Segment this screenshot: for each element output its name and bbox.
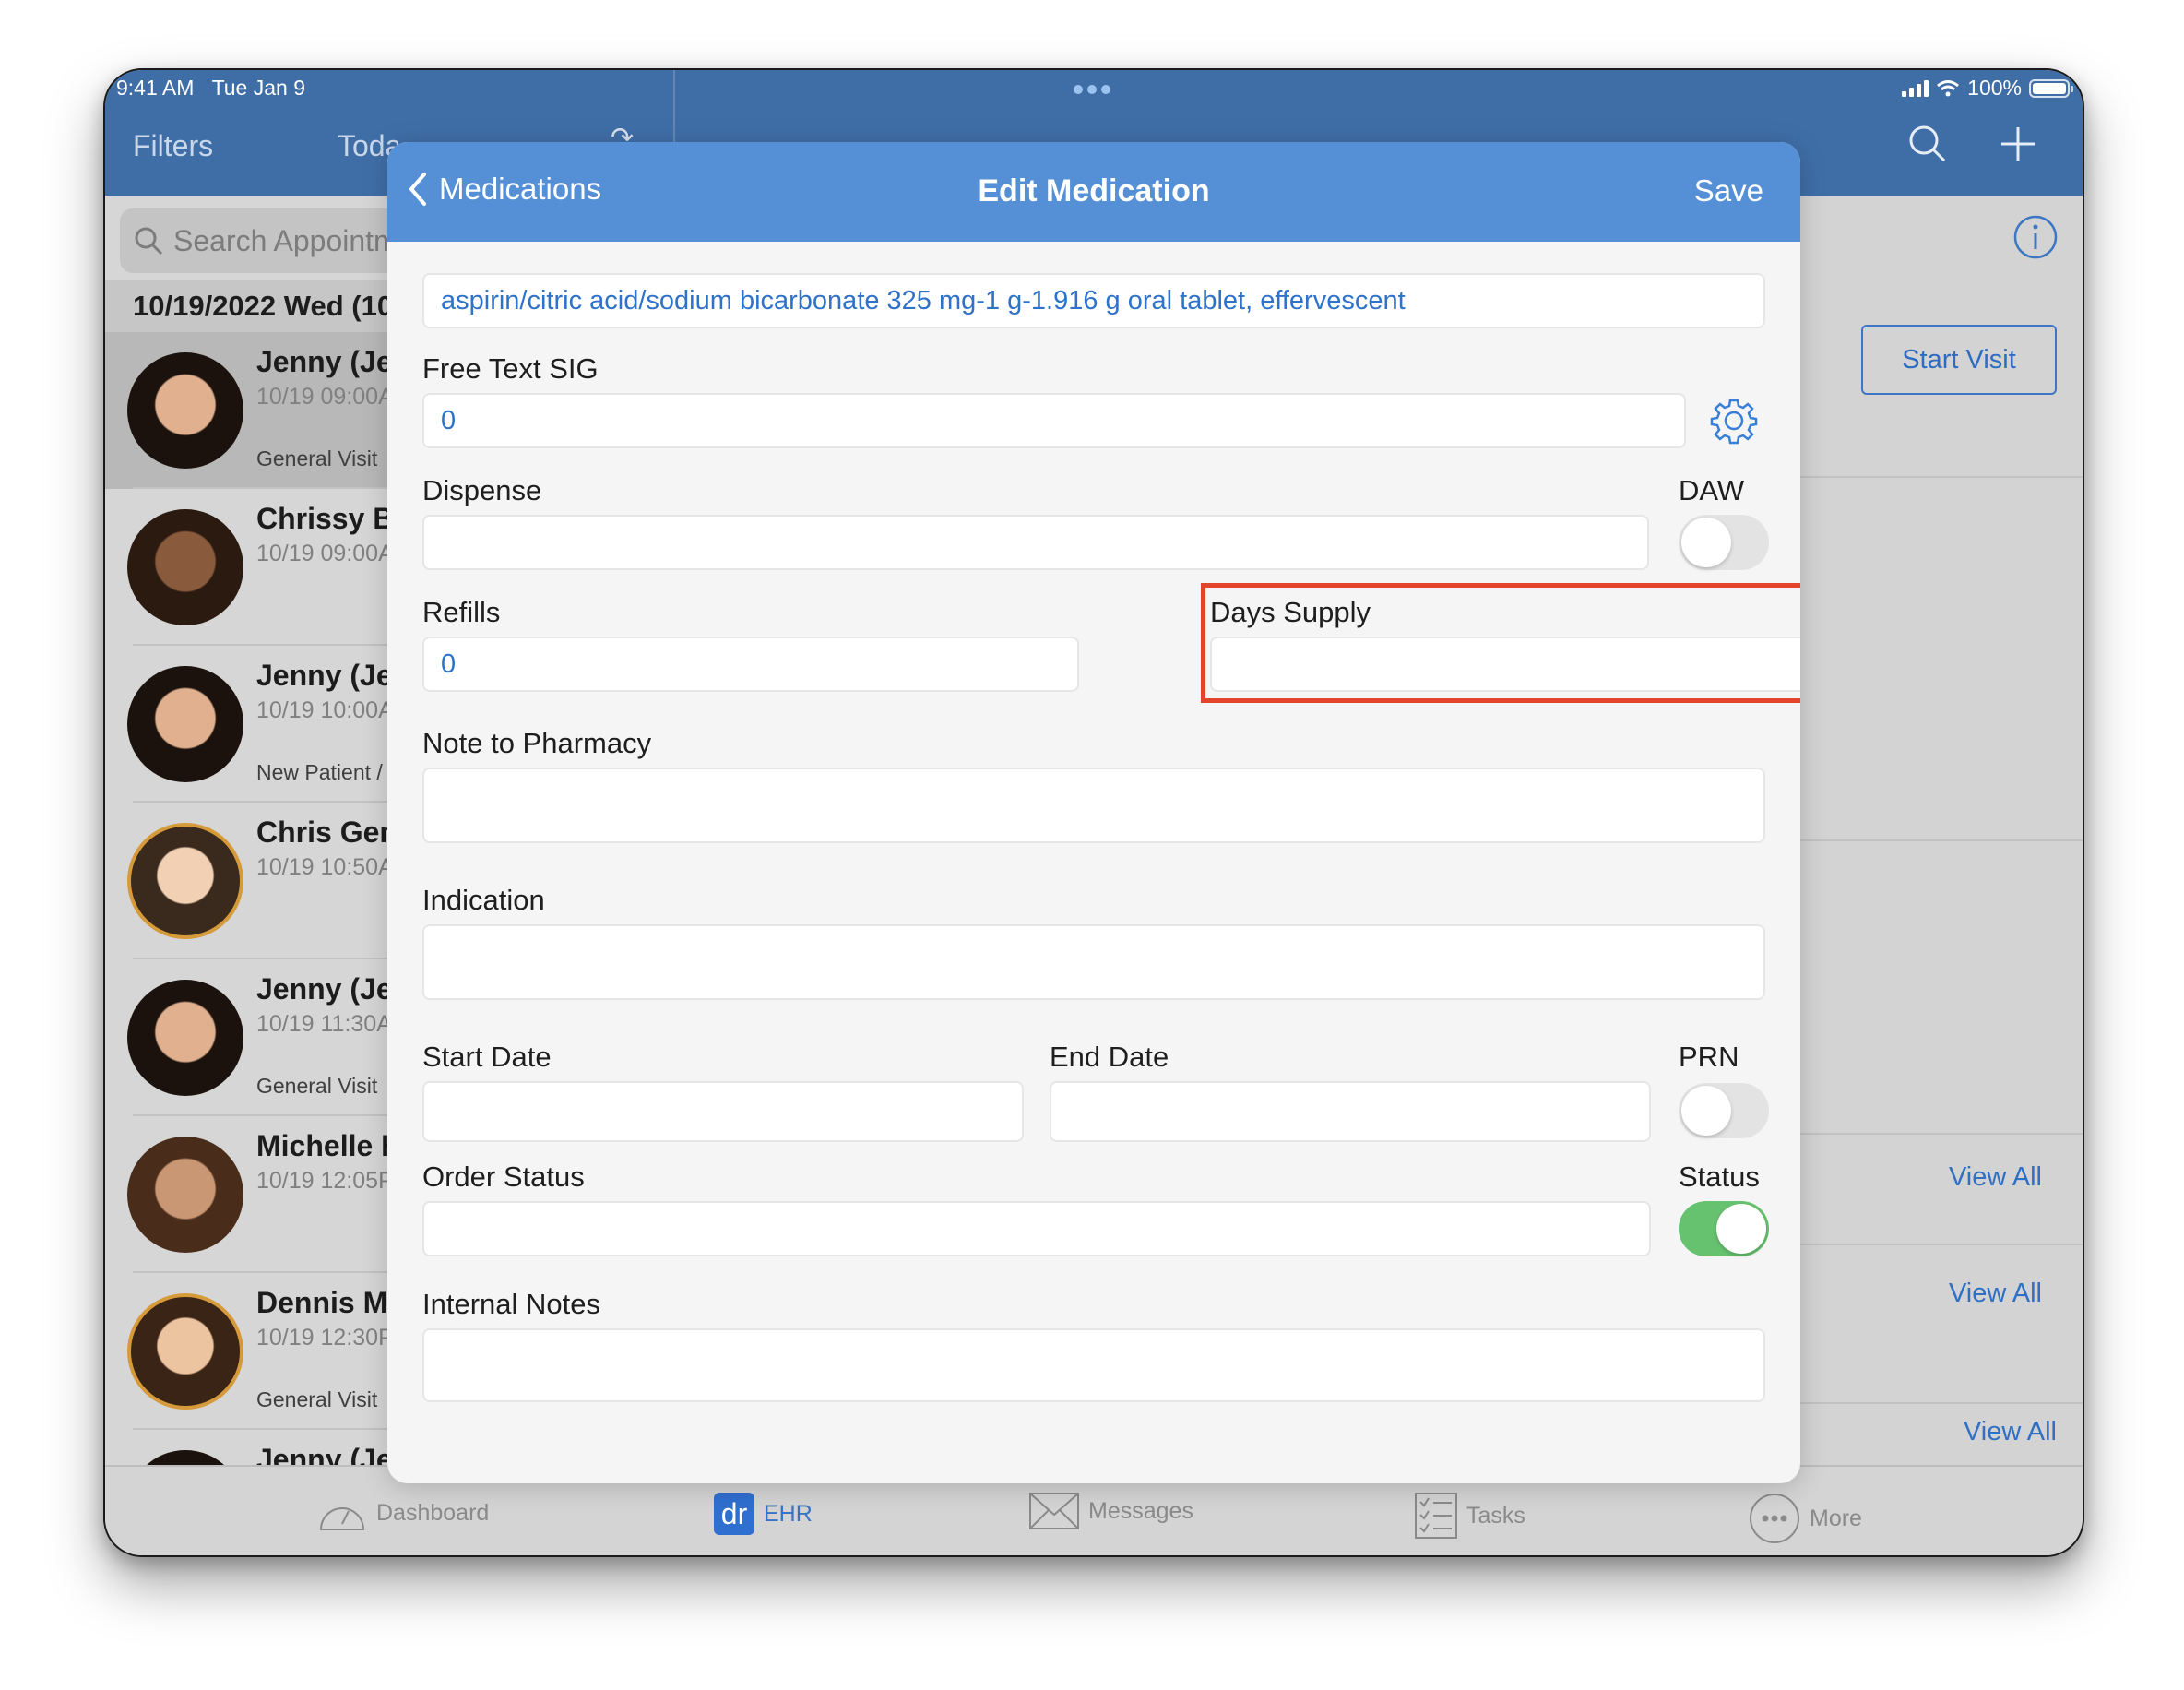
add-icon[interactable] bbox=[2000, 125, 2036, 162]
view-all-link[interactable]: View All bbox=[1949, 1279, 2042, 1309]
visit-type: General Visit bbox=[256, 1387, 378, 1411]
tab-ehr[interactable]: dr EHR bbox=[714, 1493, 813, 1535]
gear-icon[interactable] bbox=[1710, 397, 1758, 445]
tab-tasks[interactable]: Tasks bbox=[1415, 1493, 1525, 1539]
tab-label: EHR bbox=[764, 1500, 813, 1527]
modal-header: Medications Edit Medication Save bbox=[387, 142, 1800, 242]
status-right: 100% bbox=[1902, 76, 2073, 101]
visit-type: New Patient / bbox=[256, 760, 383, 784]
tab-label: Messages bbox=[1088, 1497, 1193, 1524]
note-to-pharmacy-input[interactable] bbox=[422, 768, 1765, 843]
patient-avatar bbox=[127, 509, 243, 625]
multitasking-dots-icon[interactable] bbox=[1074, 85, 1110, 94]
internal-notes-input[interactable] bbox=[422, 1328, 1765, 1402]
start-visit-button[interactable]: Start Visit bbox=[1861, 325, 2057, 395]
dispense-label: Dispense bbox=[422, 474, 542, 506]
patient-name: Dennis Ma bbox=[256, 1286, 405, 1319]
checklist-icon bbox=[1415, 1493, 1457, 1539]
patient-name: Chris Gen bbox=[256, 815, 398, 849]
refills-input[interactable]: 0 bbox=[422, 637, 1079, 692]
search-icon bbox=[135, 227, 163, 256]
medication-name-field[interactable]: aspirin/citric acid/sodium bicarbonate 3… bbox=[422, 273, 1765, 328]
battery-percent: 100% bbox=[1967, 76, 2022, 100]
status-toggle[interactable] bbox=[1679, 1201, 1769, 1256]
end-date-label: End Date bbox=[1050, 1041, 1169, 1073]
patient-avatar bbox=[127, 666, 243, 782]
order-status-label: Order Status bbox=[422, 1160, 585, 1193]
refills-label: Refills bbox=[422, 596, 501, 628]
visit-type: General Visit bbox=[256, 1074, 378, 1098]
patient-avatar bbox=[127, 823, 243, 939]
tab-label: Dashboard bbox=[376, 1499, 490, 1526]
wifi-icon bbox=[1937, 79, 1960, 96]
free-text-sig-input[interactable]: 0 bbox=[422, 393, 1686, 448]
free-text-sig-label: Free Text SIG bbox=[422, 352, 599, 385]
indication-label: Indication bbox=[422, 884, 545, 916]
view-all-link[interactable]: View All bbox=[1964, 1417, 2057, 1447]
ipad-screen: 9:41 AM Tue Jan 9 100% Filters Today ↷ S… bbox=[103, 68, 2084, 1557]
filters-button[interactable]: Filters bbox=[133, 129, 213, 163]
tab-more[interactable]: More bbox=[1749, 1493, 1862, 1544]
end-date-input[interactable] bbox=[1050, 1081, 1651, 1142]
dispense-input[interactable] bbox=[422, 515, 1649, 570]
patient-avatar bbox=[127, 352, 243, 469]
toggle-knob bbox=[1681, 1086, 1731, 1136]
save-button[interactable]: Save bbox=[1694, 173, 1763, 208]
view-all-link[interactable]: View All bbox=[1949, 1162, 2042, 1193]
modal-title: Edit Medication bbox=[978, 173, 1210, 208]
prn-label: PRN bbox=[1679, 1041, 1739, 1073]
battery-icon bbox=[2029, 78, 2073, 98]
order-status-input[interactable] bbox=[422, 1201, 1651, 1256]
search-icon[interactable] bbox=[1907, 124, 1948, 164]
edit-medication-modal: Medications Edit Medication Save aspirin… bbox=[387, 142, 1800, 1483]
internal-notes-label: Internal Notes bbox=[422, 1288, 600, 1320]
envelope-icon bbox=[1029, 1493, 1079, 1529]
cellular-signal-icon bbox=[1902, 79, 1929, 97]
status-label: Status bbox=[1679, 1160, 1760, 1193]
status-time: 9:41 AM Tue Jan 9 bbox=[116, 76, 305, 100]
info-icon[interactable] bbox=[2012, 214, 2059, 260]
days-supply-highlight-box bbox=[1201, 583, 1800, 703]
patient-avatar bbox=[127, 1293, 243, 1410]
dashboard-gauge-icon bbox=[319, 1507, 365, 1530]
patient-avatar bbox=[127, 1137, 243, 1253]
tab-label: Tasks bbox=[1466, 1502, 1525, 1529]
daw-toggle[interactable] bbox=[1679, 515, 1769, 570]
toggle-knob bbox=[1681, 518, 1731, 567]
tab-dashboard[interactable]: Dashboard bbox=[317, 1493, 489, 1533]
nav-actions bbox=[1907, 124, 2036, 164]
more-dots-icon bbox=[1750, 1494, 1799, 1543]
start-date-input[interactable] bbox=[422, 1081, 1024, 1142]
note-to-pharmacy-label: Note to Pharmacy bbox=[422, 727, 652, 759]
patient-avatar bbox=[127, 980, 243, 1096]
visit-type: General Visit bbox=[256, 446, 378, 470]
toggle-knob bbox=[1716, 1204, 1766, 1254]
indication-input[interactable] bbox=[422, 924, 1765, 1000]
daw-label: DAW bbox=[1679, 474, 1745, 506]
prn-toggle[interactable] bbox=[1679, 1083, 1769, 1138]
start-date-label: Start Date bbox=[422, 1041, 552, 1073]
tab-messages[interactable]: Messages bbox=[1029, 1493, 1193, 1529]
tab-label: More bbox=[1810, 1505, 1862, 1531]
patient-name: Michelle H bbox=[256, 1129, 403, 1162]
ehr-dr-logo-icon: dr bbox=[714, 1493, 754, 1535]
